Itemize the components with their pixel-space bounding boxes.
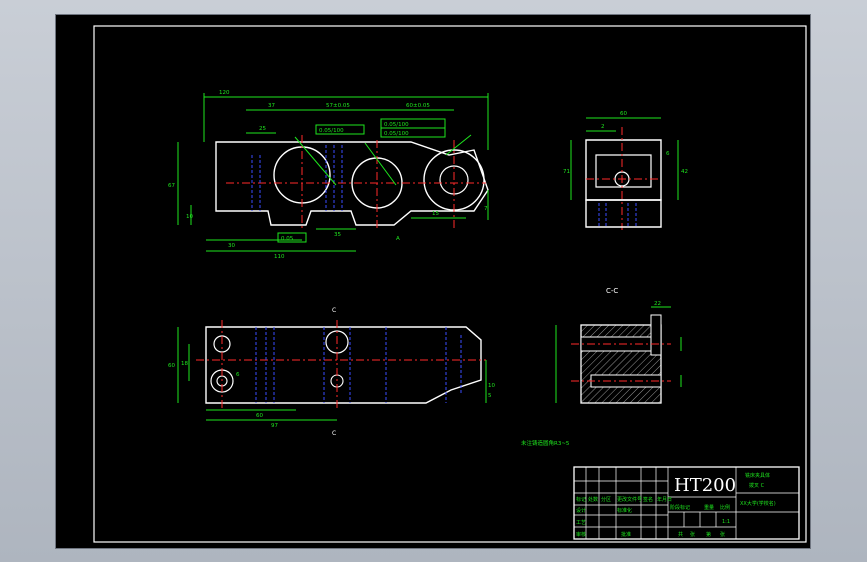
tb-row-mark: 标记 xyxy=(576,496,586,503)
tol-frame-1: 0.05/100 xyxy=(319,128,344,134)
section-view: C-C 22 xyxy=(555,287,682,404)
drawing-no: 拨叉 C xyxy=(749,482,765,489)
tb-design: 设计 xyxy=(576,507,586,514)
drawing-border xyxy=(93,25,807,543)
dim-front-67: 67 xyxy=(168,183,175,189)
dim-plan-6: 6 xyxy=(236,372,240,378)
side-view: 60 2 71 42 6 xyxy=(563,111,688,230)
tb-standard: 标准化 xyxy=(617,507,632,514)
tb-scale: 1:1 xyxy=(722,519,730,525)
tb-sheet-total: 共 xyxy=(678,531,683,538)
dim-side-71: 71 xyxy=(563,169,570,175)
dim-plan-97: 97 xyxy=(271,423,278,429)
dim-plan-5: 5 xyxy=(488,393,492,399)
tb-row-sign: 签名 xyxy=(643,496,653,503)
tb-review: 审核 xyxy=(576,531,586,538)
tb-stage: 阶段标记 xyxy=(670,504,690,511)
tb-weight: 重量 xyxy=(704,504,714,511)
section-cut-c-top: C xyxy=(332,307,336,314)
dim-front-10: 10 xyxy=(186,214,193,220)
company-name: XX大学(学校名) xyxy=(740,500,776,507)
dim-front-15: 15 xyxy=(432,211,439,217)
part-name: 铣床夹具体 xyxy=(745,472,770,479)
section-title: C-C xyxy=(606,287,618,295)
tb-sheet-unit1: 张 xyxy=(690,531,695,538)
dim-plan-18: 18 xyxy=(181,361,188,367)
dim-front-37: 37 xyxy=(268,103,275,109)
title-block: HT200 铣床夹具体 拨叉 C XX大学(学校名) 标记 处数 分区 更改文件… xyxy=(573,466,800,540)
dim-side-42: 42 xyxy=(681,169,688,175)
tb-row-date: 年月日 xyxy=(657,496,672,503)
dim-front-35: 35 xyxy=(334,232,341,238)
tol-frame-3: 0.05/100 xyxy=(384,131,409,137)
dim-front-120: 120 xyxy=(219,90,230,96)
tol-frame-2: 0.05/100 xyxy=(384,122,409,128)
datum-a-label: A xyxy=(396,236,400,242)
dim-side-2: 2 xyxy=(601,124,605,130)
drawing-canvas: 120 37 25 57±0.05 60±0.05 67 10 30 110 1… xyxy=(93,25,807,543)
tb-sheet-unit2: 张 xyxy=(720,531,725,538)
material-label: HT200 xyxy=(674,475,736,496)
tb-row-count: 处数 xyxy=(588,496,598,503)
tb-scale-label: 比例 xyxy=(720,504,730,511)
front-view: 120 37 25 57±0.05 60±0.05 67 10 30 110 1… xyxy=(168,90,489,260)
dim-front-57: 57±0.05 xyxy=(326,103,350,109)
tb-process: 工艺 xyxy=(576,520,586,526)
tol-frame-4: 0.05 xyxy=(281,236,294,242)
plan-view: 60 6 97 60 18 10 5 C C 未注铸造圆角R3~5 xyxy=(168,307,570,447)
dim-plan-60: 60 xyxy=(168,363,175,369)
drawing-note: 未注铸造圆角R3~5 xyxy=(521,439,570,447)
dim-front-60: 60±0.05 xyxy=(406,103,430,109)
dim-section-22: 22 xyxy=(654,301,661,307)
dim-side-6: 6 xyxy=(666,151,670,157)
tb-row-zone: 分区 xyxy=(601,496,611,503)
tb-sheet-no: 第 xyxy=(706,531,711,538)
dim-plan-60b: 60 xyxy=(256,413,263,419)
section-cut-c-bottom: C xyxy=(332,430,336,437)
dim-front-7: 7 xyxy=(484,206,488,212)
cad-viewport[interactable]: 120 37 25 57±0.05 60±0.05 67 10 30 110 1… xyxy=(55,14,811,549)
dim-side-60: 60 xyxy=(620,111,627,117)
tb-row-change: 更改文件号 xyxy=(617,496,642,503)
dim-front-25: 25 xyxy=(259,126,266,132)
tb-approve: 批准 xyxy=(621,531,631,538)
dim-plan-10: 10 xyxy=(488,383,495,389)
dim-front-30: 30 xyxy=(228,243,235,249)
dim-front-110: 110 xyxy=(274,254,285,260)
